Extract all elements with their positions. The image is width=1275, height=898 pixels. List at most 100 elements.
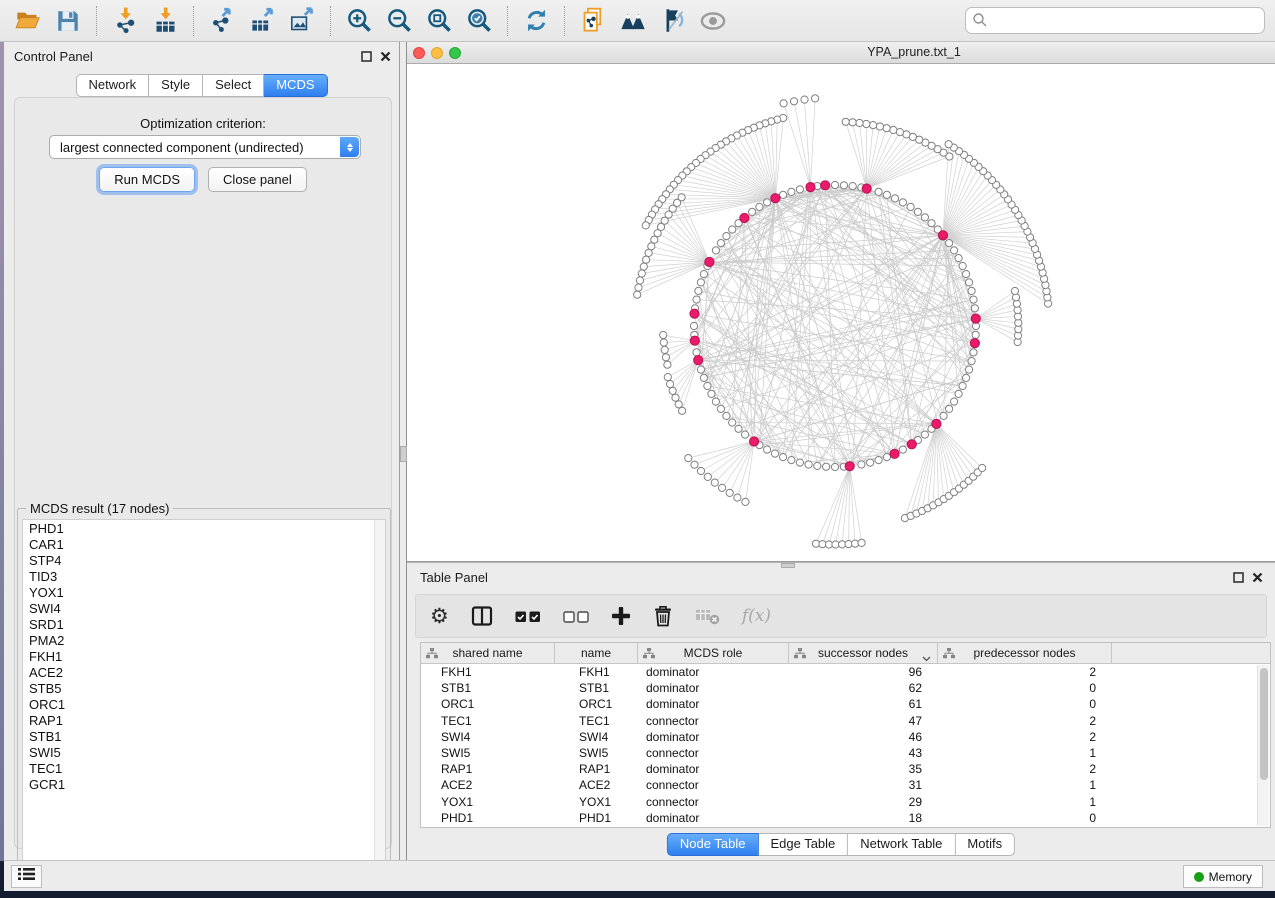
run-mcds-button[interactable]: Run MCDS: [99, 167, 195, 192]
mcds-result-item[interactable]: GCR1: [23, 776, 385, 792]
mcds-result-item[interactable]: SWI4: [23, 600, 385, 616]
column-header-MCDS-role[interactable]: MCDS role: [638, 643, 789, 663]
table-row[interactable]: TEC1TEC1connector472: [421, 713, 1270, 729]
tab-select[interactable]: Select: [203, 74, 264, 97]
table-cell: STB1: [421, 681, 555, 695]
select-all-icon[interactable]: [515, 610, 541, 623]
table-cell: 0: [938, 681, 1112, 695]
column-header-shared-name[interactable]: shared name: [421, 643, 555, 663]
window-close-traffic-light[interactable]: [413, 47, 425, 59]
show-panels-button[interactable]: [11, 865, 42, 888]
mcds-result-list[interactable]: PHD1CAR1STP4TID3YOX1SWI4SRD1PMA2FKH1ACE2…: [22, 519, 386, 877]
table-row[interactable]: SWI5SWI5connector431: [421, 745, 1270, 761]
add-icon[interactable]: [611, 606, 631, 626]
tab-mcds[interactable]: MCDS: [264, 74, 327, 97]
export-table-icon[interactable]: [244, 4, 280, 38]
mcds-result-item[interactable]: SRD1: [23, 616, 385, 632]
show-hide-icon[interactable]: [695, 4, 731, 38]
node-table-body: FKH1FKH1dominator962STB1STB1dominator620…: [421, 664, 1270, 826]
mcds-result-item[interactable]: TID3: [23, 568, 385, 584]
network-window-title: YPA_prune.txt_1: [867, 45, 961, 59]
mcds-result-item[interactable]: PHD1: [23, 520, 385, 536]
mcds-result-item[interactable]: SWI5: [23, 744, 385, 760]
table-scrollbar-thumb[interactable]: [1260, 668, 1268, 780]
vertical-splitter[interactable]: [400, 42, 407, 861]
mcds-result-item[interactable]: STB5: [23, 680, 385, 696]
table-row[interactable]: SWI4SWI4dominator462: [421, 729, 1270, 745]
zoom-in-icon[interactable]: [341, 4, 377, 38]
mcds-result-item[interactable]: TEC1: [23, 760, 385, 776]
zoom-fit-icon[interactable]: [421, 4, 457, 38]
mcds-result-item[interactable]: YOX1: [23, 584, 385, 600]
network-from-selection-icon[interactable]: [575, 4, 611, 38]
table-panel-header: Table Panel: [407, 563, 1275, 591]
table-cell: 1: [938, 778, 1112, 792]
deselect-all-icon[interactable]: [563, 610, 589, 623]
table-tab-network-table[interactable]: Network Table: [848, 833, 955, 856]
table-cell: 0: [938, 811, 1112, 825]
memory-button[interactable]: Memory: [1183, 865, 1263, 888]
zoom-selected-icon[interactable]: [461, 4, 497, 38]
close-table-panel-icon[interactable]: [1252, 570, 1263, 588]
mcds-result-item[interactable]: STB1: [23, 728, 385, 744]
table-scrollbar[interactable]: [1257, 665, 1269, 826]
export-image-icon[interactable]: [284, 4, 320, 38]
table-row[interactable]: ACE2ACE2connector311: [421, 777, 1270, 793]
window-zoom-traffic-light[interactable]: [449, 47, 461, 59]
float-table-panel-icon[interactable]: [1233, 570, 1244, 588]
close-panel-button[interactable]: Close panel: [208, 167, 307, 192]
delete-icon[interactable]: [653, 605, 673, 627]
settings-icon[interactable]: ⚙: [430, 606, 449, 627]
splitter-grip[interactable]: [400, 446, 407, 462]
mcds-list-scrollbar[interactable]: [374, 520, 385, 876]
table-row[interactable]: FKH1FKH1dominator962: [421, 664, 1270, 680]
mcds-result-item[interactable]: PMA2: [23, 632, 385, 648]
column-header-name[interactable]: name: [555, 643, 638, 663]
criterion-dropdown[interactable]: largest connected component (undirected): [49, 135, 361, 159]
network-nodes: [634, 95, 1052, 548]
mcds-result-item[interactable]: ORC1: [23, 696, 385, 712]
mcds-result-item[interactable]: RAP1: [23, 712, 385, 728]
table-tab-node-table[interactable]: Node Table: [667, 833, 759, 856]
table-row[interactable]: STB1STB1dominator620: [421, 680, 1270, 696]
table-cell: FKH1: [421, 665, 555, 679]
open-file-icon[interactable]: [10, 4, 46, 38]
float-panel-icon[interactable]: [361, 49, 372, 67]
table-cell: 1: [938, 795, 1112, 809]
mcds-result-item[interactable]: CAR1: [23, 536, 385, 552]
columns-icon[interactable]: [471, 605, 493, 627]
graphics-details-icon[interactable]: [655, 4, 691, 38]
table-cell: connector: [638, 778, 789, 792]
table-row[interactable]: RAP1RAP1dominator352: [421, 761, 1270, 777]
table-row[interactable]: PHD1PHD1dominator180: [421, 810, 1270, 826]
toolbar-separator: [96, 6, 97, 36]
table-cell: connector: [638, 714, 789, 728]
tab-network[interactable]: Network: [75, 74, 149, 97]
mcds-result-item[interactable]: STP4: [23, 552, 385, 568]
mcds-result-item[interactable]: FKH1: [23, 648, 385, 664]
column-header-predecessor-nodes[interactable]: predecessor nodes: [938, 643, 1112, 663]
close-panel-icon[interactable]: [380, 49, 391, 67]
search-input[interactable]: [965, 7, 1265, 34]
network-canvas[interactable]: [407, 64, 1275, 561]
table-tab-motifs[interactable]: Motifs: [955, 833, 1015, 856]
zoom-out-icon[interactable]: [381, 4, 417, 38]
window-minimize-traffic-light[interactable]: [431, 47, 443, 59]
mcds-result-item[interactable]: ACE2: [23, 664, 385, 680]
import-network-icon[interactable]: [107, 4, 143, 38]
export-network-icon[interactable]: [204, 4, 240, 38]
first-neighbors-icon[interactable]: [615, 4, 651, 38]
import-table-icon[interactable]: [147, 4, 183, 38]
node-table[interactable]: shared namenameMCDS rolesuccessor nodesp…: [420, 642, 1271, 828]
save-icon[interactable]: [50, 4, 86, 38]
desktop: Control Panel NetworkStyleSelectMCDS Opt…: [0, 0, 1275, 898]
table-tab-edge-table[interactable]: Edge Table: [758, 833, 848, 856]
network-window-titlebar[interactable]: YPA_prune.txt_1: [407, 42, 1275, 64]
refresh-icon[interactable]: [518, 4, 554, 38]
column-header-successor-nodes[interactable]: successor nodes: [789, 643, 938, 663]
table-row[interactable]: YOX1YOX1connector291: [421, 794, 1270, 810]
tab-style[interactable]: Style: [149, 74, 203, 97]
table-row[interactable]: ORC1ORC1dominator610: [421, 696, 1270, 712]
table-cell: PHD1: [421, 811, 555, 825]
sort-descending-icon[interactable]: [922, 651, 931, 665]
